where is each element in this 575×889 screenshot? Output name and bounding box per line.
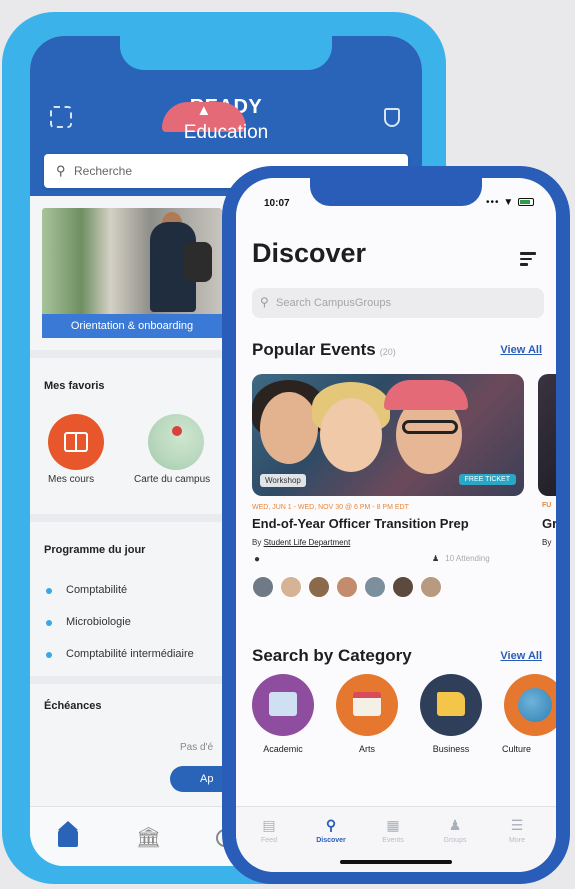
attendee-avatar[interactable] — [280, 576, 302, 598]
deadlines-title: Échéances — [44, 700, 102, 712]
attendee-avatar[interactable] — [308, 576, 330, 598]
groups-icon: ♟ — [448, 817, 462, 833]
category-label-business[interactable]: Business — [416, 744, 486, 754]
globe-icon[interactable] — [504, 674, 556, 736]
business-folder-icon[interactable] — [420, 674, 482, 736]
tab-feed[interactable]: ▤ Feed — [244, 817, 294, 844]
academic-building-icon[interactable] — [252, 674, 314, 736]
attendee-avatar[interactable] — [364, 576, 386, 598]
search-placeholder: Recherche — [74, 164, 133, 178]
menu-icon: ☰ — [510, 817, 524, 833]
phone-notch — [310, 178, 482, 206]
attendee-avatar[interactable] — [392, 576, 414, 598]
next-event-date-partial: FU — [542, 502, 552, 509]
brand-name: Education — [183, 122, 269, 143]
event-type-badge: Workshop — [260, 474, 306, 487]
event-organizer: By Student Life Department — [252, 538, 351, 547]
tab-groups[interactable]: ♟ Groups — [430, 817, 480, 844]
event-title[interactable]: End-of-Year Officer Transition Prep — [252, 516, 469, 531]
wifi-icon: ▼ — [503, 197, 515, 208]
bullet-dot — [46, 588, 52, 594]
event-date: WED, JUN 1 - WED, NOV 30 @ 6 PM - 8 PM E… — [252, 504, 409, 511]
category-label-academic[interactable]: Academic — [248, 744, 318, 754]
attendee-avatar[interactable] — [420, 576, 442, 598]
deadlines-button[interactable]: Ap — [170, 766, 230, 792]
category-label-culture[interactable]: Culture — [500, 744, 556, 754]
location-pin-icon: ● — [254, 554, 261, 565]
attending-count: ♟ 10 Attending — [432, 554, 490, 563]
schedule-item[interactable]: Comptabilité — [66, 584, 127, 596]
bullet-dot — [46, 620, 52, 626]
status-time: 10:07 — [264, 198, 290, 209]
events-view-all-link[interactable]: View All — [500, 344, 542, 356]
favorites-title: Mes favoris — [44, 380, 105, 392]
search-icon: ⚲ — [325, 817, 337, 833]
home-indicator — [340, 860, 452, 864]
category-label-arts[interactable]: Arts — [332, 744, 402, 754]
search-input[interactable]: ⚲ Search CampusGroups — [252, 288, 544, 318]
favorite-label-campus-map[interactable]: Carte du campus — [134, 474, 210, 485]
front-phone-frame: 10:07 ••• ▼ Discover ⚲ Search CampusGrou… — [222, 166, 570, 884]
arts-easel-icon[interactable] — [336, 674, 398, 736]
book-icon[interactable] — [48, 414, 104, 470]
schedule-item[interactable]: Microbiologie — [66, 616, 131, 628]
tab-discover[interactable]: ⚲ Discover — [306, 817, 356, 844]
next-event-title-partial[interactable]: Gr — [542, 516, 556, 531]
banner-caption[interactable]: Orientation & onboarding — [42, 314, 222, 338]
phone-notch — [120, 36, 332, 70]
status-icons: ••• ▼ — [486, 197, 534, 208]
home-icon[interactable] — [58, 821, 78, 847]
brand-logo: ▲READY — [30, 96, 422, 132]
events-count: (20) — [379, 347, 396, 357]
deadlines-empty-text: Pas d'é — [180, 742, 214, 753]
feed-icon: ▤ — [262, 817, 276, 833]
calendar-icon: ▦ — [386, 817, 400, 833]
page-title: Discover — [252, 238, 367, 268]
shield-icon[interactable] — [384, 108, 400, 127]
search-icon: ⚲ — [56, 163, 66, 178]
attendee-avatar[interactable] — [252, 576, 274, 598]
event-card-image[interactable]: Workshop FREE TICKET — [252, 374, 524, 496]
organizer-link[interactable]: Student Life Department — [264, 538, 351, 547]
filter-icon[interactable] — [520, 252, 536, 269]
discover-screen: 10:07 ••• ▼ Discover ⚲ Search CampusGrou… — [236, 178, 556, 872]
favorite-label-courses[interactable]: Mes cours — [48, 474, 94, 485]
bullet-dot — [46, 652, 52, 658]
schedule-title: Programme du jour — [44, 544, 146, 556]
event-price-badge: FREE TICKET — [458, 474, 516, 485]
tab-events[interactable]: ▦ Events — [368, 817, 418, 844]
category-title: Search by Category — [252, 646, 412, 665]
bank-icon[interactable]: 🏛 — [136, 825, 161, 850]
tab-more[interactable]: ☰ More — [492, 817, 542, 844]
signal-icon: ••• — [486, 197, 500, 208]
category-view-all-link[interactable]: View All — [500, 650, 542, 662]
search-placeholder: Search CampusGroups — [276, 297, 391, 309]
schedule-item[interactable]: Comptabilité intermédiaire — [66, 648, 194, 660]
person-icon: ♟ — [432, 554, 440, 563]
popular-events-title: Popular Events (20) — [252, 340, 396, 359]
next-event-card-image[interactable] — [538, 374, 556, 496]
map-icon[interactable] — [148, 414, 204, 470]
next-event-by-partial: By — [542, 538, 552, 547]
battery-icon — [518, 198, 534, 207]
attendee-avatar[interactable] — [336, 576, 358, 598]
search-icon: ⚲ — [260, 295, 269, 309]
